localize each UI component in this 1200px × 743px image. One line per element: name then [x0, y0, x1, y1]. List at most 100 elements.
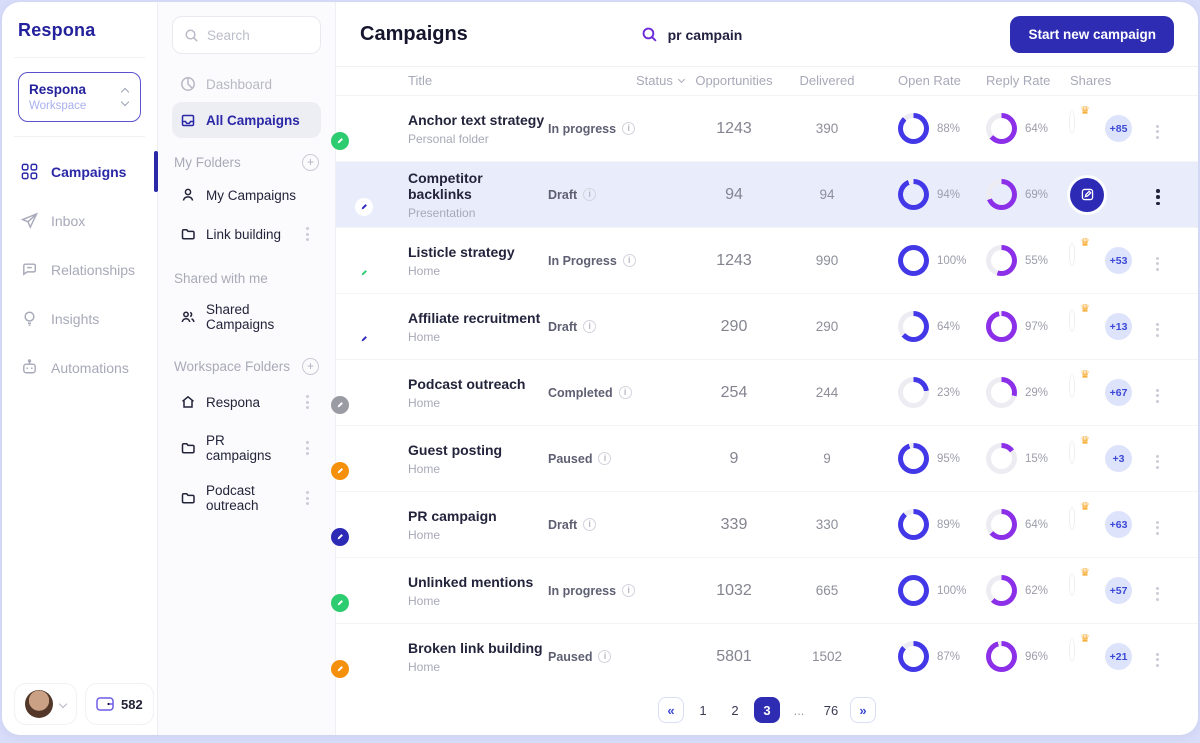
sidebar-item-podcast-outreach[interactable]: Podcast outreach	[172, 473, 321, 523]
shared-user-avatar[interactable]: ♛	[1070, 444, 1100, 474]
table-row[interactable]: Broken link building Home Paused i 5801 …	[336, 623, 1198, 689]
shared-user-avatar[interactable]: ♛	[1070, 576, 1100, 606]
col-reply-rate: Reply Rate	[968, 73, 1060, 88]
row-menu-button[interactable]	[1152, 649, 1163, 671]
shares-count-badge[interactable]: +3	[1105, 445, 1132, 472]
shared-user-avatar[interactable]: ♛	[1070, 378, 1100, 408]
shares-count-badge[interactable]: +57	[1105, 577, 1132, 604]
shares-count-badge[interactable]: +63	[1105, 511, 1132, 538]
sidebar-item-pr-campaigns[interactable]: PR campaigns	[172, 423, 321, 473]
campaign-title[interactable]: Podcast outreach	[408, 376, 548, 392]
shared-user-avatar[interactable]: ♛	[1070, 246, 1100, 276]
open-rate-value: 94%	[937, 189, 960, 201]
shares-count-badge[interactable]: +67	[1105, 379, 1132, 406]
row-menu-button[interactable]	[1152, 451, 1163, 473]
row-menu-button[interactable]	[1152, 385, 1163, 407]
user-menu[interactable]	[14, 683, 77, 725]
sidebar-search[interactable]	[172, 16, 321, 54]
table-row[interactable]: PR campaign Home Draft i 339 330 89% 64%…	[336, 491, 1198, 557]
nav-label: Campaigns	[51, 164, 126, 180]
pagination-page-76[interactable]: 76	[818, 697, 844, 723]
open-rate-ring	[898, 443, 929, 474]
info-icon[interactable]: i	[622, 122, 635, 135]
shares-count-badge[interactable]: +13	[1105, 313, 1132, 340]
nav-item-inbox[interactable]: Inbox	[18, 196, 141, 245]
info-icon[interactable]: i	[583, 320, 596, 333]
shares-count-badge[interactable]: +21	[1105, 643, 1132, 670]
info-icon[interactable]: i	[583, 188, 596, 201]
sidebar-item-shared-campaigns[interactable]: Shared Campaigns	[172, 292, 321, 342]
sidebar-item-respona-folder[interactable]: Respona	[172, 381, 321, 423]
sidebar-item-dashboard[interactable]: Dashboard	[172, 66, 321, 102]
sidebar-item-all-campaigns[interactable]: All Campaigns	[172, 102, 321, 138]
col-status[interactable]: Status	[548, 73, 684, 88]
row-menu-button[interactable]	[1152, 121, 1163, 143]
shared-user-avatar[interactable]: ♛	[1070, 510, 1100, 540]
add-folder-button[interactable]: +	[302, 358, 319, 375]
row-menu-button[interactable]	[1152, 517, 1163, 539]
start-new-campaign-button[interactable]: Start new campaign	[1010, 16, 1174, 53]
pencil-icon	[331, 660, 349, 678]
info-icon[interactable]: i	[583, 518, 596, 531]
campaign-title[interactable]: Affiliate recruitment	[408, 310, 548, 326]
table-row[interactable]: Listicle strategy Home In Progress i 124…	[336, 227, 1198, 293]
info-icon[interactable]: i	[622, 584, 635, 597]
table-row[interactable]: Affiliate recruitment Home Draft i 290 2…	[336, 293, 1198, 359]
pagination-page-3[interactable]: 3	[754, 697, 780, 723]
add-folder-button[interactable]: +	[302, 154, 319, 171]
nav-item-relationships[interactable]: Relationships	[18, 245, 141, 294]
info-icon[interactable]: i	[623, 254, 636, 267]
table-row[interactable]: Guest posting Home Paused i 9 9 95% 15% …	[336, 425, 1198, 491]
sidebar-item-link-building[interactable]: Link building	[172, 213, 321, 255]
campaign-title[interactable]: Guest posting	[408, 442, 548, 458]
campaign-title[interactable]: Listicle strategy	[408, 244, 548, 260]
pagination-prev-button[interactable]: «	[658, 697, 684, 723]
shared-user-avatar[interactable]: ♛	[1070, 312, 1100, 342]
shares-count-badge[interactable]: +85	[1105, 115, 1132, 142]
campaign-title[interactable]: Competitor backlinks	[408, 170, 548, 202]
reply-rate-ring	[986, 641, 1017, 672]
table-row[interactable]: Unlinked mentions Home In progress i 103…	[336, 557, 1198, 623]
pencil-icon	[331, 462, 349, 480]
sidebar-search-input[interactable]	[207, 28, 309, 43]
campaign-title[interactable]: Anchor text strategy	[408, 112, 548, 128]
row-menu-button[interactable]	[1152, 253, 1163, 275]
shared-user-avatar[interactable]: ♛	[1070, 642, 1100, 672]
shares-count-badge[interactable]: +53	[1105, 247, 1132, 274]
reply-rate-ring	[986, 377, 1017, 408]
nav-item-campaigns[interactable]: Campaigns	[18, 147, 141, 196]
row-menu-button[interactable]	[1152, 185, 1164, 209]
pagination-page-1[interactable]: 1	[690, 697, 716, 723]
table-row[interactable]: Competitor backlinks Presentation Draft …	[336, 161, 1198, 227]
table-row[interactable]: Podcast outreach Home Completed i 254 24…	[336, 359, 1198, 425]
table-row[interactable]: Anchor text strategy Personal folder In …	[336, 95, 1198, 161]
sidebar-item-my-campaigns[interactable]: My Campaigns	[172, 177, 321, 213]
credits-chip[interactable]: 582	[85, 683, 154, 725]
pagination-next-button[interactable]: »	[850, 697, 876, 723]
folder-menu-button[interactable]	[302, 487, 313, 509]
folder-menu-button[interactable]	[302, 437, 313, 459]
edit-campaign-button[interactable]	[1070, 178, 1104, 212]
pagination-page-2[interactable]: 2	[722, 697, 748, 723]
open-rate-value: 87%	[937, 651, 960, 663]
nav-item-automations[interactable]: Automations	[18, 343, 141, 392]
info-icon[interactable]: i	[598, 650, 611, 663]
campaign-title[interactable]: PR campaign	[408, 508, 548, 524]
info-icon[interactable]: i	[619, 386, 632, 399]
campaign-title[interactable]: Unlinked mentions	[408, 574, 548, 590]
workspace-selector[interactable]: Respona Workspace	[18, 72, 141, 122]
folder-menu-button[interactable]	[302, 391, 313, 413]
campaign-search-input[interactable]	[668, 27, 798, 43]
row-menu-button[interactable]	[1152, 319, 1163, 341]
row-menu-button[interactable]	[1152, 583, 1163, 605]
campaign-search[interactable]	[428, 26, 1011, 43]
main-nav: Campaigns Inbox Relationships Insights A…	[18, 147, 141, 392]
campaign-title[interactable]: Broken link building	[408, 640, 548, 656]
chat-icon	[20, 260, 39, 279]
folder-menu-button[interactable]	[302, 223, 313, 245]
campaign-table: Anchor text strategy Personal folder In …	[336, 95, 1198, 689]
info-icon[interactable]: i	[598, 452, 611, 465]
nav-item-insights[interactable]: Insights	[18, 294, 141, 343]
workspace-label: Workspace	[29, 100, 86, 112]
shared-user-avatar[interactable]: ♛	[1070, 114, 1100, 144]
